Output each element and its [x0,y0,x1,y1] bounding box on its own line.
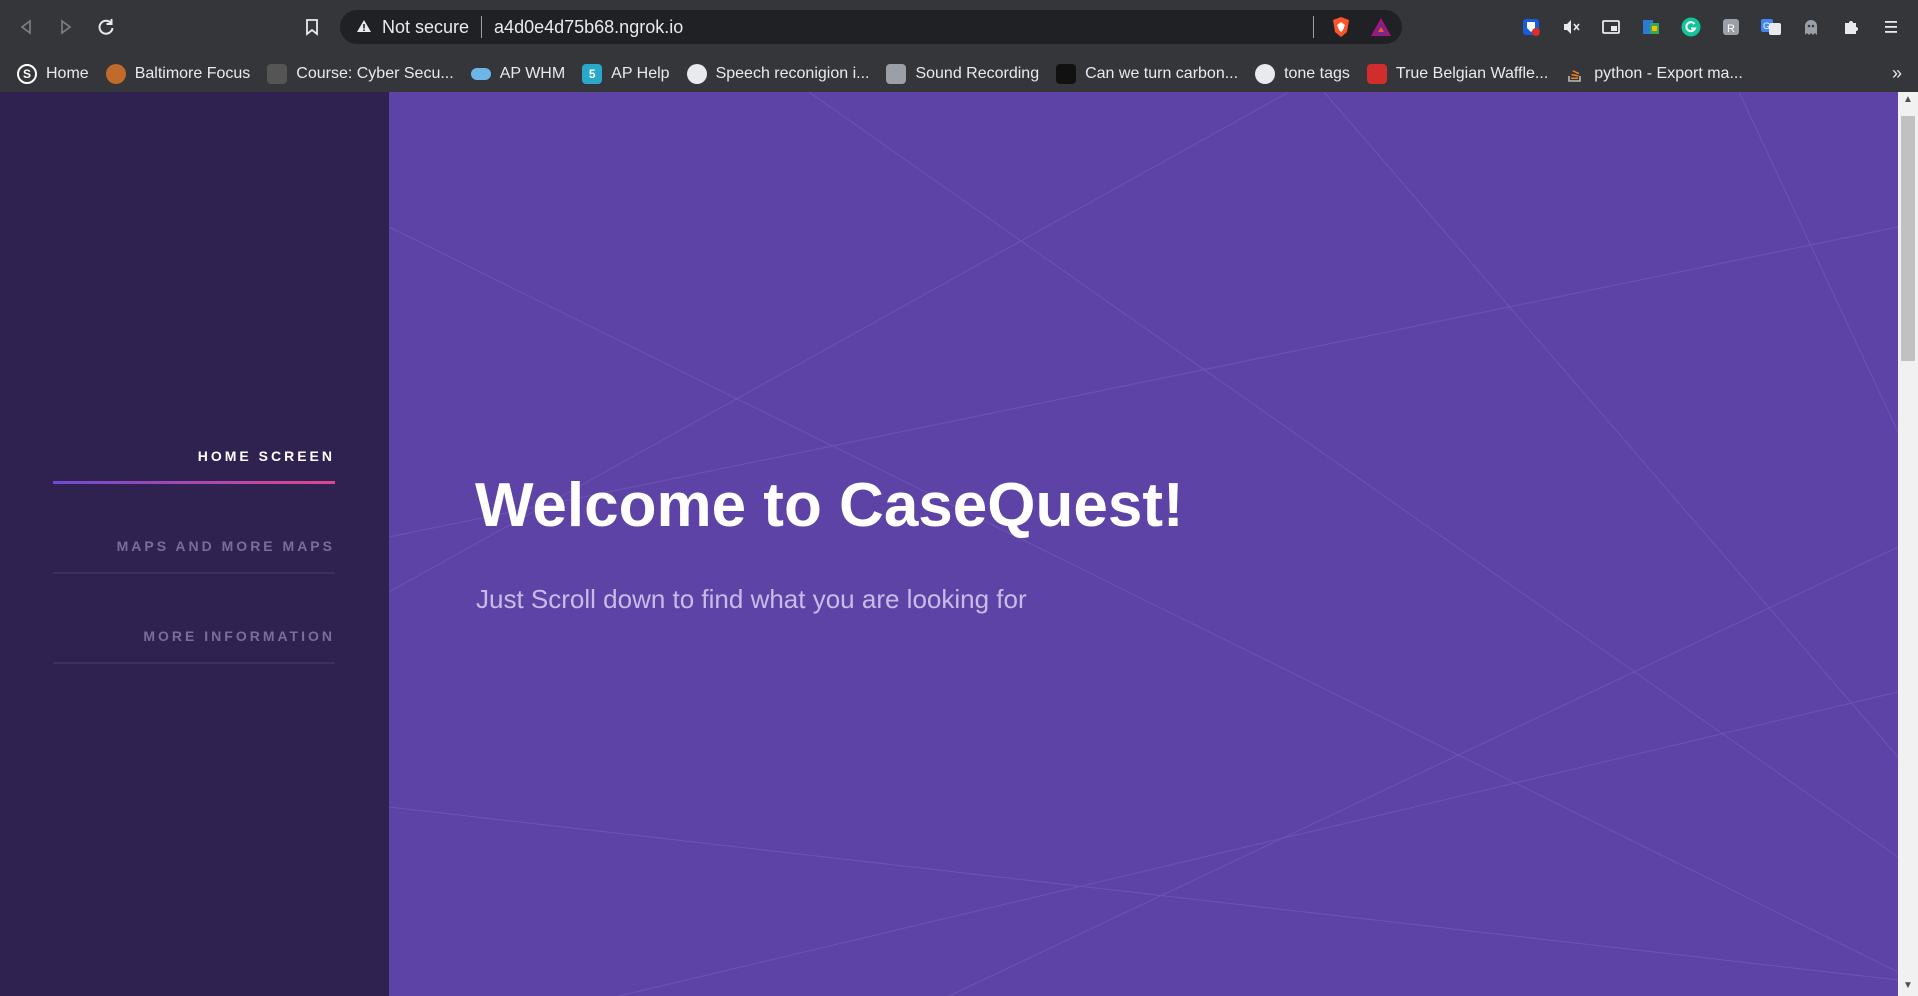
bookmark-sound-recording[interactable]: Sound Recording [886,63,1040,84]
python-icon [686,63,707,84]
bookmark-label: Speech reconigion i... [715,64,870,82]
browser-toolbar: Not secure a4d0e4d75b68.ngrok.io R G [0,0,1918,55]
hero-section: Welcome to CaseQuest! Just Scroll down t… [389,92,1898,996]
security-status[interactable]: Not secure [382,17,469,38]
page-title: Welcome to CaseQuest! [475,471,1184,540]
bookmark-tone-tags[interactable]: tone tags [1255,63,1350,84]
reload-icon[interactable] [86,7,126,47]
bookmark-label: True Belgian Waffle... [1395,64,1549,82]
bookmark-label: Course: Cyber Secu... [296,64,454,82]
bookmark-label: AP WHM [499,64,566,82]
nav-maps-and-more-maps[interactable]: MAPS AND MORE MAPS [53,538,335,554]
nav-divider [53,572,335,574]
sheets-icon[interactable] [1638,14,1664,40]
svg-text:R: R [1727,23,1735,35]
nav-active-underline [53,481,335,484]
bookmark-python-export[interactable]: python - Export ma... [1565,64,1743,84]
forward-icon[interactable] [46,7,86,47]
bookmark-ap-help[interactable]: 5 AP Help [582,63,670,84]
bookmark-icon[interactable] [292,7,332,47]
bookmark-speech[interactable]: Speech reconigion i... [686,63,870,84]
bookmarks-bar: S Home Baltimore Focus Course: Cyber Sec… [0,55,1918,92]
bitwarden-icon[interactable] [1518,14,1544,40]
bookmark-home[interactable]: S Home [17,63,89,84]
reader-icon[interactable]: R [1718,14,1744,40]
background-lines [389,92,1898,996]
omnibox-divider [1313,16,1314,38]
pawprint-icon [1056,63,1077,84]
scrollbar[interactable]: ▲ ▼ [1898,92,1918,996]
omnibox-separator [481,16,483,38]
bookmark-label: Can we turn carbon... [1085,64,1239,82]
nav-divider [53,662,335,664]
mute-icon[interactable] [1558,14,1584,40]
bookmark-baltimore-focus[interactable]: Baltimore Focus [105,63,251,84]
url-text[interactable]: a4d0e4d75b68.ngrok.io [494,17,683,38]
focus-icon [105,63,126,84]
sidebar: HOME SCREEN MAPS AND MORE MAPS MORE INFO… [0,92,389,996]
back-icon[interactable] [6,7,46,47]
nav-home-screen[interactable]: HOME SCREEN [53,448,335,464]
puzzle-icon[interactable] [1838,14,1864,40]
svg-text:G: G [1763,21,1770,31]
bookmark-carbon[interactable]: Can we turn carbon... [1056,63,1239,84]
scrollbar-thumb[interactable] [1901,116,1915,361]
address-bar[interactable]: Not secure a4d0e4d75b68.ngrok.io [340,10,1402,44]
bookmark-label: Baltimore Focus [134,64,251,82]
brave-rewards-icon[interactable] [1370,16,1392,38]
bookmark-label: python - Export ma... [1594,64,1743,82]
picture-in-picture-icon[interactable] [1598,14,1624,40]
waffle-icon [1366,63,1387,84]
warning-icon[interactable] [356,19,372,36]
globe-icon [1255,63,1276,84]
bookmark-course[interactable]: Course: Cyber Secu... [267,63,454,84]
brave-shield-icon[interactable] [1330,16,1352,38]
bookmark-ap-whm[interactable]: AP WHM [470,64,566,83]
scroll-down-icon[interactable]: ▼ [1898,980,1918,996]
bookmark-label: tone tags [1284,64,1350,82]
bookmark-label: Sound Recording [915,64,1040,82]
stackoverflow-icon [1565,64,1585,84]
web-page: HOME SCREEN MAPS AND MORE MAPS MORE INFO… [0,92,1918,996]
page-subtitle: Just Scroll down to find what you are lo… [476,584,1027,614]
bookmark-label: AP Help [611,64,670,82]
course-icon [267,63,288,84]
grammarly-icon[interactable] [1678,14,1704,40]
skype-icon: S [17,63,37,84]
translate-icon[interactable]: G [1758,14,1784,40]
document-icon [886,63,907,84]
bookmark-waffle[interactable]: True Belgian Waffle... [1366,63,1549,84]
five-icon: 5 [582,63,603,84]
menu-icon[interactable] [1878,14,1904,40]
bookmark-label: Home [46,64,89,82]
cloud-icon [470,67,491,80]
bookmarks-overflow-icon[interactable]: » [1892,63,1902,84]
nav-more-information[interactable]: MORE INFORMATION [53,628,335,644]
scroll-up-icon[interactable]: ▲ [1898,94,1918,110]
ghostery-icon[interactable] [1798,14,1824,40]
